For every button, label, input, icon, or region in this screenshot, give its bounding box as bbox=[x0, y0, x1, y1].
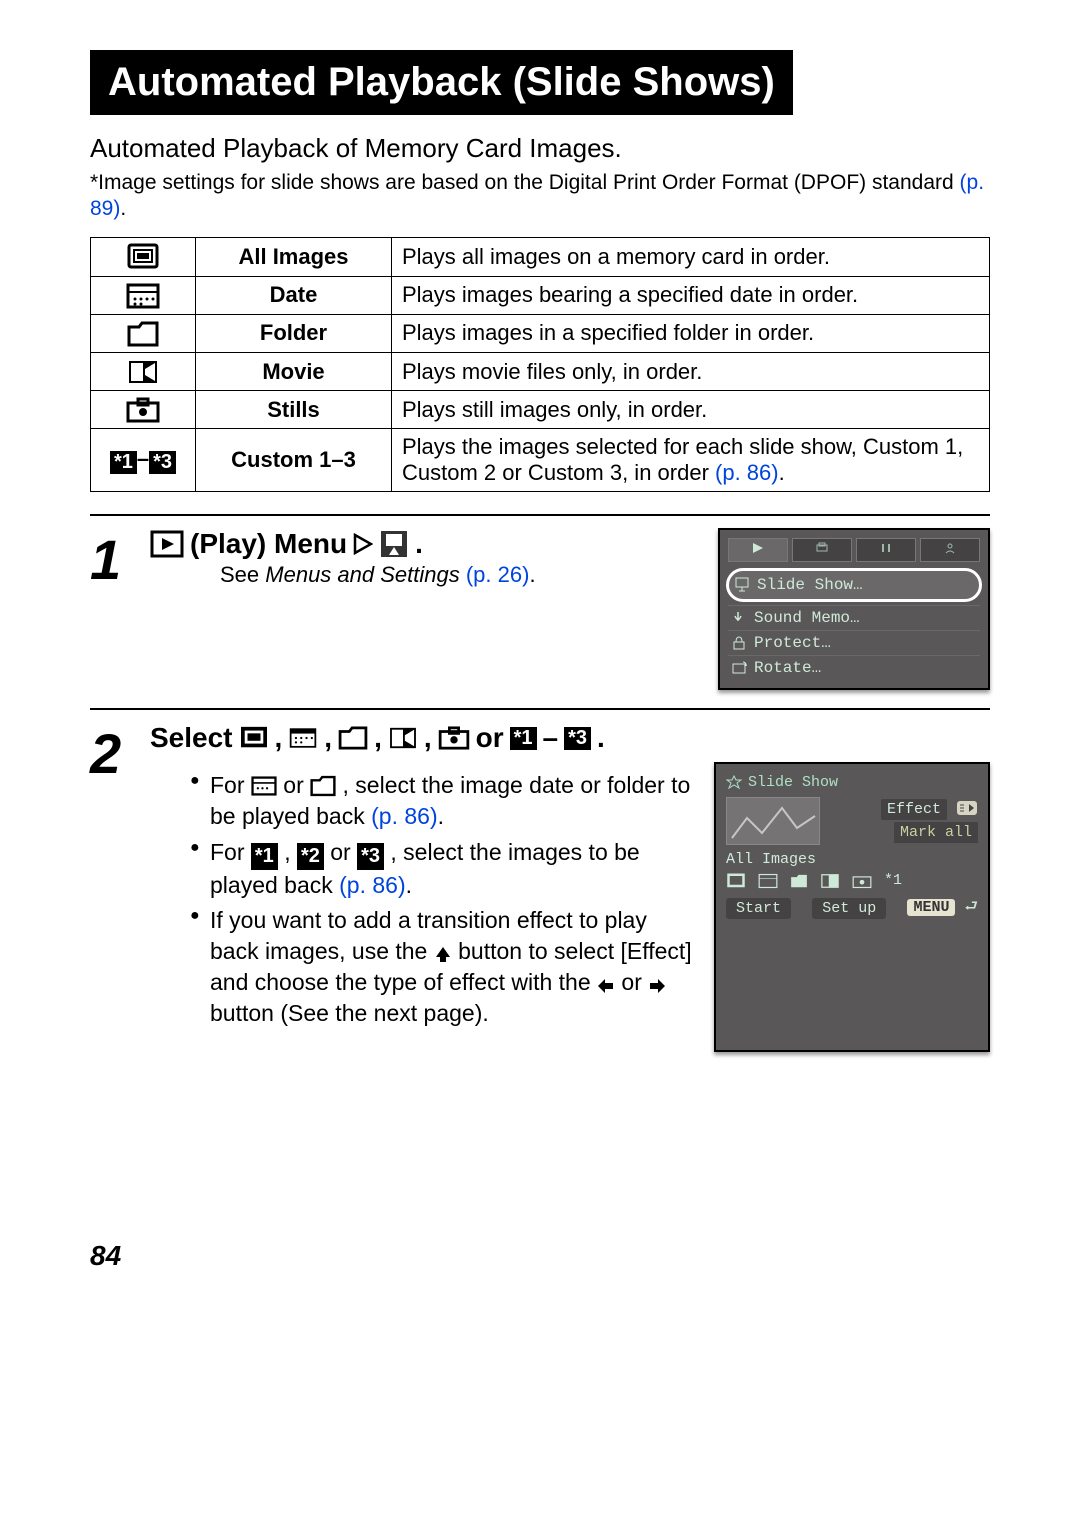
table-row: Movie Plays movie files only, in order. bbox=[91, 353, 990, 391]
right-arrow-icon bbox=[648, 978, 666, 994]
option-name: Stills bbox=[196, 391, 392, 429]
folder-icon bbox=[338, 726, 368, 750]
up-arrow-icon bbox=[434, 945, 452, 963]
option-name: Folder bbox=[196, 314, 392, 352]
option-desc: Plays images in a specified folder in or… bbox=[392, 314, 990, 352]
footnote: *Image settings for slide shows are base… bbox=[90, 170, 990, 223]
option-name: Date bbox=[196, 276, 392, 314]
menu-item-label: Rotate… bbox=[754, 659, 821, 677]
menu-item-rotate: Rotate… bbox=[728, 655, 980, 680]
menu-item-soundmemo: Sound Memo… bbox=[728, 605, 980, 630]
custom3-icon: *3 bbox=[357, 843, 384, 870]
allimages-label: All Images bbox=[726, 851, 978, 868]
movie-icon bbox=[388, 726, 418, 750]
select-text: Select bbox=[150, 722, 233, 754]
step-number: 1 bbox=[90, 528, 150, 690]
movie-icon bbox=[91, 353, 196, 391]
options-table: All Images Plays all images on a memory … bbox=[90, 237, 990, 493]
step1-period: . bbox=[415, 528, 423, 560]
page-number: 84 bbox=[90, 1240, 990, 1272]
thumbnail-preview bbox=[726, 797, 820, 845]
or-text: or bbox=[476, 722, 504, 754]
option-desc: Plays all images on a memory card in ord… bbox=[392, 237, 990, 276]
option-desc: Plays still images only, in order. bbox=[392, 391, 990, 429]
screenshot-tab-play bbox=[728, 538, 788, 562]
all-images-icon bbox=[239, 725, 269, 751]
option-name: Movie bbox=[196, 353, 392, 391]
screenshot-tab-user bbox=[920, 538, 980, 562]
ss-title-text: Slide Show bbox=[748, 774, 838, 791]
step-2: 2 Select , , , , or *1–*3 . bbox=[90, 708, 990, 1069]
menu-button-label: MENU bbox=[907, 899, 955, 916]
all-images-icon bbox=[91, 237, 196, 276]
custom3-icon: *3 bbox=[564, 727, 591, 750]
step-1: 1 (Play) Menu . See Menus and Settings (… bbox=[90, 514, 990, 708]
footnote-period: . bbox=[120, 197, 126, 220]
menu-item-label: Sound Memo… bbox=[754, 609, 860, 627]
screenshot-tab-tools bbox=[856, 538, 916, 562]
stills-icon bbox=[438, 726, 470, 750]
step2-heading: Select , , , , or *1–*3 . bbox=[150, 722, 990, 754]
date-icon bbox=[251, 775, 277, 797]
menu-item-label: Protect… bbox=[754, 634, 831, 652]
custom1-icon: *1 bbox=[510, 727, 537, 750]
setup-button-label: Set up bbox=[812, 898, 886, 919]
option-desc: Plays movie files only, in order. bbox=[392, 353, 990, 391]
date-icon bbox=[91, 276, 196, 314]
option-desc: Plays images bearing a specified date in… bbox=[392, 276, 990, 314]
bullet-3: If you want to add a transition effect t… bbox=[190, 905, 696, 1029]
table-row: Folder Plays images in a specified folde… bbox=[91, 314, 990, 352]
table-row: Date Plays images bearing a specified da… bbox=[91, 276, 990, 314]
subtitle: Automated Playback of Memory Card Images… bbox=[90, 133, 990, 164]
table-row: Stills Plays still images only, in order… bbox=[91, 391, 990, 429]
bullet-1: For or , select the image date or folder… bbox=[190, 770, 696, 832]
menu-screenshot: Slide Show… Sound Memo… Protect… Ro bbox=[718, 528, 990, 690]
option-name: Custom 1–3 bbox=[196, 429, 392, 492]
table-row: *1–*3 Custom 1–3 Plays the images select… bbox=[91, 429, 990, 492]
folder-icon bbox=[91, 314, 196, 352]
folder-icon bbox=[310, 775, 336, 797]
custom-icon: *1–*3 bbox=[91, 429, 196, 492]
screenshot-tab-print bbox=[792, 538, 852, 562]
ss-icon-row: *1 bbox=[726, 872, 978, 890]
menu-item-label: Slide Show… bbox=[757, 576, 863, 594]
step-number: 2 bbox=[90, 722, 150, 1051]
menu-item-slideshow: Slide Show… bbox=[726, 568, 982, 602]
page-title: Automated Playback (Slide Shows) bbox=[90, 50, 793, 115]
slideshow-icon bbox=[379, 529, 409, 559]
custom1-icon: *1 bbox=[251, 843, 278, 870]
arrow-right-icon bbox=[353, 533, 373, 555]
custom-desc-text: Plays the images selected for each slide… bbox=[402, 434, 963, 485]
step2-period: . bbox=[597, 722, 605, 754]
start-button-label: Start bbox=[726, 898, 791, 919]
custom-desc-ref: (p. 86) bbox=[715, 460, 779, 485]
custom2-icon: *2 bbox=[297, 843, 324, 870]
stills-icon bbox=[91, 391, 196, 429]
custom1-label: *1 bbox=[884, 872, 902, 890]
slideshow-screenshot: Slide Show Effect Mark all bbox=[714, 762, 990, 1051]
custom-desc-period: . bbox=[779, 460, 785, 485]
footnote-text: *Image settings for slide shows are base… bbox=[90, 171, 960, 194]
date-icon bbox=[288, 726, 318, 750]
step1-heading: (Play) Menu . bbox=[150, 528, 700, 560]
menu-item-protect: Protect… bbox=[728, 630, 980, 655]
option-name: All Images bbox=[196, 237, 392, 276]
play-menu-text: (Play) Menu bbox=[190, 528, 347, 560]
option-desc: Plays the images selected for each slide… bbox=[392, 429, 990, 492]
bullet-2: For *1 , *2 or *3 , select the images to… bbox=[190, 837, 696, 901]
step1-subtext: See Menus and Settings (p. 26). bbox=[220, 562, 700, 588]
table-row: All Images Plays all images on a memory … bbox=[91, 237, 990, 276]
effect-label: Effect bbox=[881, 799, 947, 820]
play-menu-icon bbox=[150, 530, 184, 558]
left-arrow-icon bbox=[597, 978, 615, 994]
step2-bullets: For or , select the image date or folder… bbox=[150, 770, 696, 1028]
markall-label: Mark all bbox=[894, 822, 978, 843]
